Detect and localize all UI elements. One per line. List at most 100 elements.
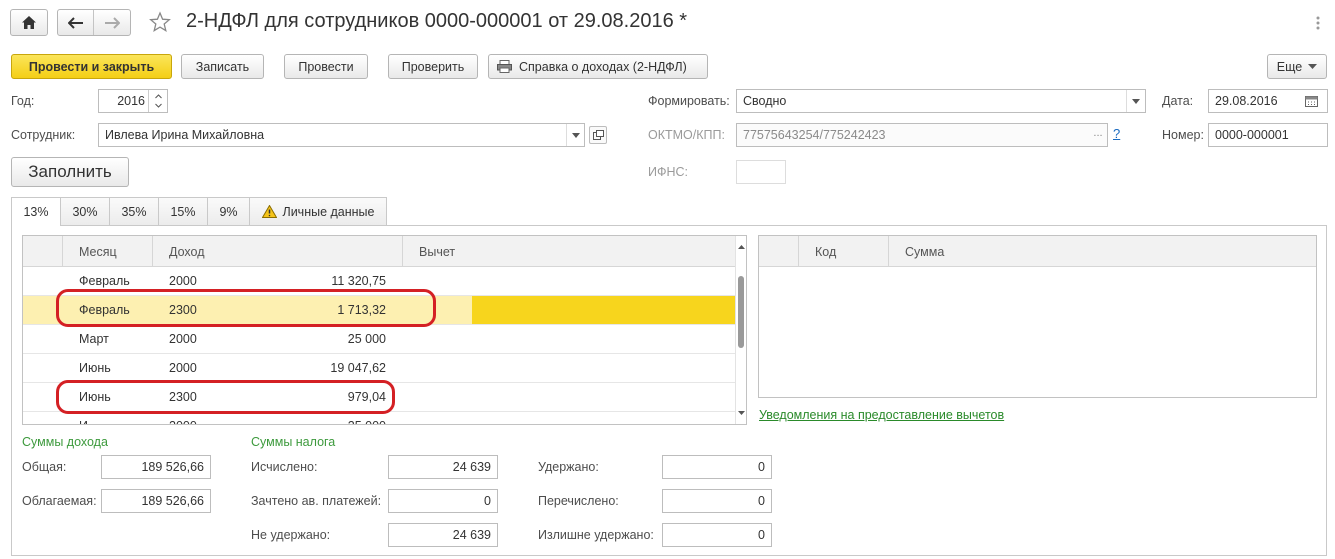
date-label: Дата: <box>1162 94 1194 108</box>
excess-withheld-value: 0 <box>758 528 765 542</box>
check-button[interactable]: Проверить <box>388 54 478 79</box>
oktmo-select-button[interactable]: ... <box>1090 127 1106 139</box>
printer-icon <box>497 60 512 73</box>
employee-label: Сотрудник: <box>11 128 76 142</box>
home-button[interactable] <box>10 9 48 36</box>
help-link[interactable]: ? <box>1113 126 1120 141</box>
post-button[interactable]: Провести <box>284 54 368 79</box>
deduction-table[interactable]: Код Сумма <box>758 235 1317 398</box>
transferred-label: Перечислено: <box>538 494 619 508</box>
form-type-value: Сводно <box>743 94 787 108</box>
red-highlight-june-2300 <box>56 380 395 414</box>
credited-label: Зачтено ав. платежей: <box>251 494 382 508</box>
date-value: 29.08.2016 <box>1215 94 1278 108</box>
open-card-icon[interactable] <box>589 126 607 144</box>
scrollbar-thumb[interactable] <box>738 276 744 348</box>
forward-arrow-icon[interactable] <box>94 10 130 35</box>
tab-personal-data-label: Личные данные <box>282 204 375 219</box>
scroll-up-icon[interactable] <box>736 242 747 252</box>
income-table-header: Месяц Доход Вычет <box>23 236 746 267</box>
window-menu-icon[interactable] <box>1311 16 1325 30</box>
year-label: Год: <box>11 94 35 108</box>
ifns-field <box>736 160 786 184</box>
cell-amount: 25 000 <box>347 332 386 346</box>
selected-cell-highlight <box>472 296 735 324</box>
year-value: 2016 <box>117 94 145 108</box>
oktmo-label: ОКТМО/КПП: <box>648 128 725 142</box>
form-type-chevron-icon[interactable] <box>1126 90 1145 112</box>
total-income-label: Общая: <box>22 460 67 474</box>
form-type-select[interactable]: Сводно <box>736 89 1146 113</box>
red-highlight-february-2300 <box>56 289 436 327</box>
excess-withheld-field[interactable]: 0 <box>662 523 772 547</box>
calculated-value: 24 639 <box>452 460 491 474</box>
save-button[interactable]: Записать <box>181 54 264 79</box>
deduction-table-header: Код Сумма <box>759 236 1316 267</box>
ifns-label: ИФНС: <box>648 165 689 179</box>
not-withheld-label: Не удержано: <box>251 528 331 542</box>
oktmo-field: 77575643254/775242423 <box>736 123 1108 147</box>
col-header-income[interactable]: Доход <box>153 236 403 267</box>
vertical-scrollbar[interactable] <box>735 236 746 424</box>
taxable-income-value: 189 526,66 <box>141 494 204 508</box>
col-header-blank <box>759 236 799 267</box>
stepper-icon <box>155 94 162 108</box>
taxable-income-field[interactable]: 189 526,66 <box>101 489 211 513</box>
credited-value: 0 <box>484 494 491 508</box>
fill-button[interactable]: Заполнить <box>11 157 129 187</box>
tab-13[interactable]: 13% <box>11 197 61 226</box>
calculated-field[interactable]: 24 639 <box>388 455 498 479</box>
total-income-value: 189 526,66 <box>141 460 204 474</box>
transferred-field[interactable]: 0 <box>662 489 772 513</box>
table-row[interactable]: Июнь 2000 19 047,62 <box>23 354 736 383</box>
col-header-code[interactable]: Код <box>799 236 889 267</box>
tab-35[interactable]: 35% <box>109 197 159 225</box>
tab-personal-data[interactable]: Личные данные <box>249 197 387 225</box>
withheld-field[interactable]: 0 <box>662 455 772 479</box>
home-icon <box>22 16 36 29</box>
tab-15[interactable]: 15% <box>158 197 208 225</box>
total-income-field[interactable]: 189 526,66 <box>101 455 211 479</box>
col-header-deduction[interactable]: Вычет <box>403 236 736 267</box>
cell-code: 2000 <box>169 361 197 375</box>
col-header-sum[interactable]: Сумма <box>889 236 1316 267</box>
tax-sums-title: Суммы налога <box>251 435 336 449</box>
star-icon[interactable] <box>148 10 172 34</box>
tab-9[interactable]: 9% <box>207 197 250 225</box>
withheld-value: 0 <box>758 460 765 474</box>
form-type-label: Формировать: <box>648 94 730 108</box>
more-button[interactable]: Еще <box>1267 54 1327 79</box>
credited-field[interactable]: 0 <box>388 489 498 513</box>
chevron-down-icon <box>1308 63 1318 69</box>
col-header-blank <box>23 236 63 267</box>
tab-30[interactable]: 30% <box>60 197 110 225</box>
employee-field[interactable]: Ивлева Ирина Михайловна <box>98 123 585 147</box>
income-report-label: Справка о доходах (2-НДФЛ) <box>519 59 687 74</box>
number-field[interactable]: 0000-000001 <box>1208 123 1328 147</box>
more-label: Еще <box>1276 59 1303 74</box>
cell-month: Июнь <box>79 361 111 375</box>
number-label: Номер: <box>1162 128 1204 142</box>
not-withheld-field[interactable]: 24 639 <box>388 523 498 547</box>
oktmo-value: 77575643254/775242423 <box>743 128 886 142</box>
post-and-close-button[interactable]: Провести и закрыть <box>11 54 172 79</box>
page-title: 2-НДФЛ для сотрудников 0000-000001 от 29… <box>186 10 688 32</box>
cell-code: 2000 <box>169 332 197 346</box>
scroll-down-icon[interactable] <box>736 408 747 418</box>
year-stepper[interactable] <box>148 90 167 112</box>
transferred-value: 0 <box>758 494 765 508</box>
calendar-icon[interactable] <box>1297 91 1325 111</box>
deduction-notices-link[interactable]: Уведомления на предоставление вычетов <box>759 408 1004 422</box>
col-header-month[interactable]: Месяц <box>63 236 153 267</box>
cell-month: Март <box>79 332 109 346</box>
calculated-label: Исчислено: <box>251 460 318 474</box>
excess-withheld-label: Излишне удержано: <box>538 528 654 542</box>
employee-dropdown-chevron-icon[interactable] <box>566 124 584 146</box>
employee-value: Ивлева Ирина Михайловна <box>105 128 265 142</box>
income-report-button[interactable]: Справка о доходах (2-НДФЛ) <box>488 54 708 79</box>
not-withheld-value: 24 639 <box>452 528 491 542</box>
back-arrow-icon[interactable] <box>58 10 94 35</box>
table-row[interactable]: Март 2000 25 000 <box>23 325 736 354</box>
number-value: 0000-000001 <box>1215 128 1289 142</box>
withheld-label: Удержано: <box>538 460 599 474</box>
